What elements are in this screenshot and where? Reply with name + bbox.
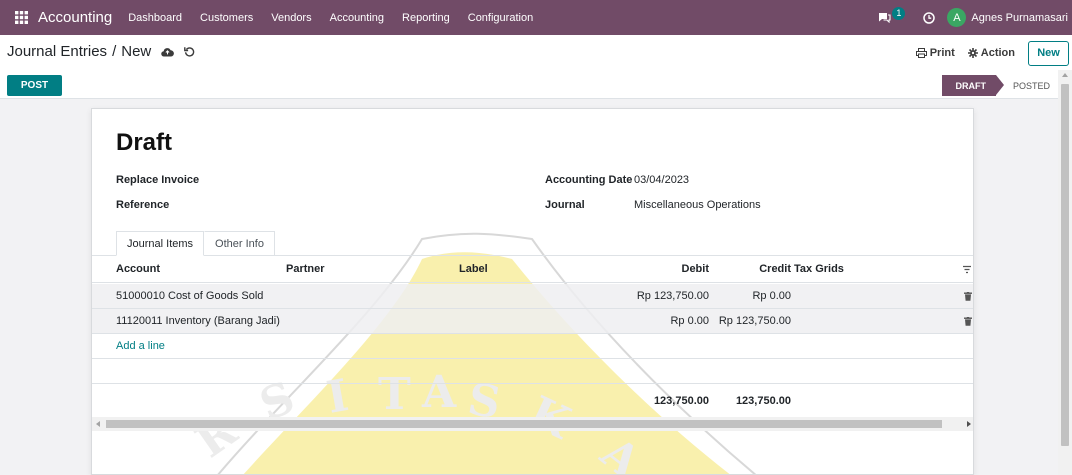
print-button[interactable]: Print [915,47,955,59]
page-scrollbar-thumb[interactable] [1061,84,1069,446]
horizontal-scrollbar-thumb[interactable] [106,420,942,428]
trash-icon[interactable] [964,309,972,333]
add-line-link[interactable]: Add a line [116,334,165,358]
new-button[interactable]: New [1028,40,1069,66]
page-scrollbar[interactable] [1058,70,1072,475]
nav-item-vendors[interactable]: Vendors [271,12,311,24]
column-account[interactable]: Account [116,256,160,282]
line-account[interactable]: 11120011 Inventory (Barang Jadi) [116,309,280,333]
save-cloud-icon[interactable] [161,47,175,57]
print-label: Print [929,47,955,59]
form-title: Draft [116,129,173,156]
gear-icon [967,48,981,58]
navbar-systray: 1 A Agnes Purnamasari [878,0,1072,35]
notebook-tabs: Journal Items Other Info [116,231,275,256]
table-horizontal-scrollbar[interactable] [92,417,973,431]
status-posted[interactable]: POSTED [996,75,1056,96]
accounting-date-label: Accounting Date [545,174,633,186]
column-partner[interactable]: Partner [286,256,325,282]
breadcrumb: Journal Entries / New [7,43,195,60]
trash-icon[interactable] [964,284,972,308]
add-line-row: Add a line [92,334,973,359]
line-credit[interactable]: Rp 123,750.00 [702,309,791,333]
discard-undo-icon[interactable] [184,46,195,57]
control-panel-actions: Print Action New [915,40,1072,66]
journal-field[interactable]: Miscellaneous Operations [634,199,761,211]
scroll-left-arrow-icon[interactable] [96,421,100,427]
app-name[interactable]: Accounting [38,9,112,26]
tab-other-info[interactable]: Other Info [204,231,275,256]
form-sheet: R S I T A S K A Draft Replace Invoice Re… [91,108,974,475]
breadcrumb-journal-entries[interactable]: Journal Entries [7,43,107,60]
replace-invoice-label: Replace Invoice [116,174,200,186]
journal-label: Journal [545,199,585,211]
nav-item-configuration[interactable]: Configuration [468,12,533,24]
nav-item-accounting[interactable]: Accounting [330,12,384,24]
column-tax-grids[interactable]: Tax Grids [794,256,844,282]
tab-journal-items[interactable]: Journal Items [116,231,205,256]
table-row[interactable]: 11120011 Inventory (Barang Jadi) Rp 0.00… [92,309,973,334]
line-debit[interactable]: Rp 123,750.00 [612,284,709,308]
breadcrumb-current: New [121,43,152,60]
line-debit[interactable]: Rp 0.00 [612,309,709,333]
total-credit: 123,750.00 [735,394,791,407]
chat-badge: 1 [892,7,906,20]
control-panel: Journal Entries / New Print Action New P… [0,35,1072,99]
optional-columns-icon[interactable] [963,265,971,277]
nav-item-reporting[interactable]: Reporting [402,12,450,24]
column-debit[interactable]: Debit [632,256,710,282]
top-navbar: Accounting Dashboard Customers Vendors A… [0,0,1072,35]
scroll-right-arrow-icon[interactable] [967,421,971,427]
status-draft[interactable]: DRAFT [942,75,1004,96]
table-header: Account Partner Label Debit Credit Tax G… [92,256,973,283]
scroll-up-arrow-icon[interactable] [1062,73,1068,77]
total-debit: 123,750.00 [653,394,709,407]
line-credit[interactable]: Rp 0.00 [702,284,791,308]
totals-row: 123,750.00 123,750.00 [92,384,973,417]
line-account[interactable]: 51000010 Cost of Goods Sold [116,284,263,308]
reference-label: Reference [116,199,170,211]
action-button[interactable]: Action [967,47,1015,59]
breadcrumb-separator: / [112,43,117,60]
table-row[interactable]: 51000010 Cost of Goods Sold Rp 123,750.0… [92,284,973,309]
activity-clock-icon[interactable] [923,11,936,24]
accounting-date-field[interactable]: 03/04/2023 [634,174,689,186]
action-label: Action [980,47,1015,59]
svg-text:A: A [590,427,650,475]
column-label[interactable]: Label [459,256,488,282]
nav-item-customers[interactable]: Customers [200,12,253,24]
chat-icon [878,12,891,23]
print-icon [915,48,930,58]
empty-row [92,359,973,384]
status-bar: DRAFT POSTED [942,75,1056,96]
messaging-menu[interactable]: 1 [878,7,906,23]
column-credit[interactable]: Credit [712,256,791,282]
post-button[interactable]: POST [7,75,62,96]
avatar[interactable]: A [947,8,967,27]
user-name[interactable]: Agnes Purnamasari [971,12,1068,24]
nav-item-dashboard[interactable]: Dashboard [128,12,182,24]
apps-grid-icon[interactable] [6,0,36,35]
